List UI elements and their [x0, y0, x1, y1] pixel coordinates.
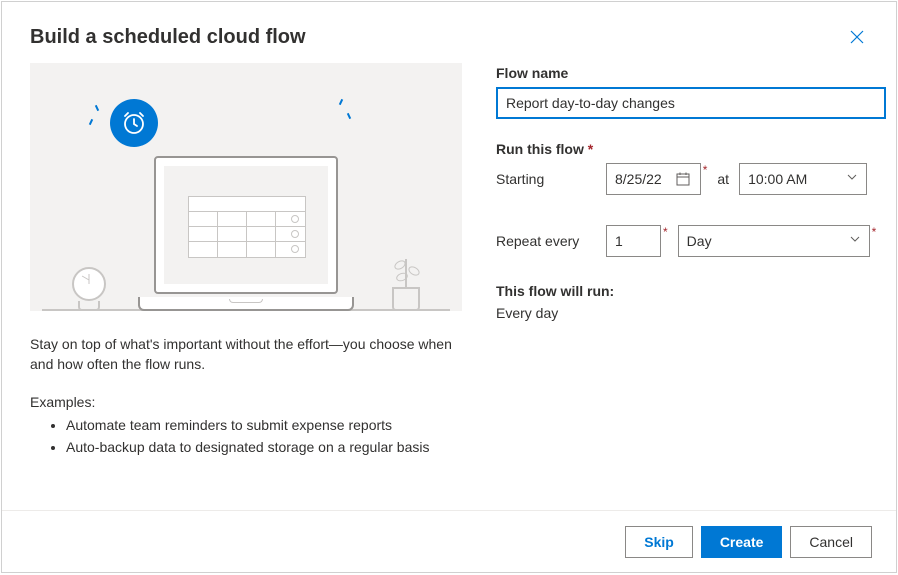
- repeat-unit-value: Day: [687, 233, 712, 249]
- example-item: Auto-backup data to designated storage o…: [66, 438, 462, 458]
- start-time-value: 10:00 AM: [748, 171, 807, 187]
- starting-label: Starting: [496, 171, 606, 187]
- skip-button[interactable]: Skip: [625, 526, 693, 558]
- flow-name-label: Flow name: [496, 65, 886, 81]
- flow-name-input[interactable]: [496, 87, 886, 119]
- examples-heading: Examples:: [30, 394, 462, 410]
- dialog-content: Stay on top of what's important without …: [2, 53, 896, 510]
- example-item: Automate team reminders to submit expens…: [66, 416, 462, 436]
- chevron-down-icon: [846, 170, 858, 188]
- cancel-button[interactable]: Cancel: [790, 526, 872, 558]
- run-this-flow-label: Run this flow *: [496, 141, 886, 157]
- calendar-icon: [674, 170, 692, 188]
- dialog-header: Build a scheduled cloud flow: [2, 2, 896, 53]
- starting-row: Starting 8/25/22 * at 10:00 AM: [496, 163, 886, 195]
- chevron-down-icon: [849, 232, 861, 250]
- at-label: at: [717, 171, 729, 187]
- create-button[interactable]: Create: [701, 526, 783, 558]
- left-column: Stay on top of what's important without …: [30, 63, 462, 510]
- repeat-row: Repeat every * Day *: [496, 225, 886, 257]
- start-time-dropdown[interactable]: 10:00 AM: [739, 163, 867, 195]
- close-icon: [850, 30, 864, 44]
- close-button[interactable]: [846, 26, 868, 53]
- examples-list: Automate team reminders to submit expens…: [30, 416, 462, 457]
- alarm-clock-icon: [110, 99, 158, 147]
- right-column: Flow name Run this flow * Starting 8/25/…: [496, 63, 886, 510]
- start-date-picker[interactable]: 8/25/22: [606, 163, 701, 195]
- dialog-title: Build a scheduled cloud flow: [30, 26, 306, 49]
- start-date-value: 8/25/22: [615, 171, 662, 187]
- summary-label: This flow will run:: [496, 283, 886, 299]
- repeat-count-input[interactable]: [606, 225, 661, 257]
- flow-description: Stay on top of what's important without …: [30, 335, 462, 374]
- repeat-every-label: Repeat every: [496, 233, 606, 249]
- dialog-footer: Skip Create Cancel: [2, 510, 896, 572]
- repeat-unit-dropdown[interactable]: Day: [678, 225, 870, 257]
- summary-value: Every day: [496, 305, 886, 321]
- illustration: [30, 63, 462, 311]
- scheduled-flow-dialog: Build a scheduled cloud flow: [1, 1, 897, 573]
